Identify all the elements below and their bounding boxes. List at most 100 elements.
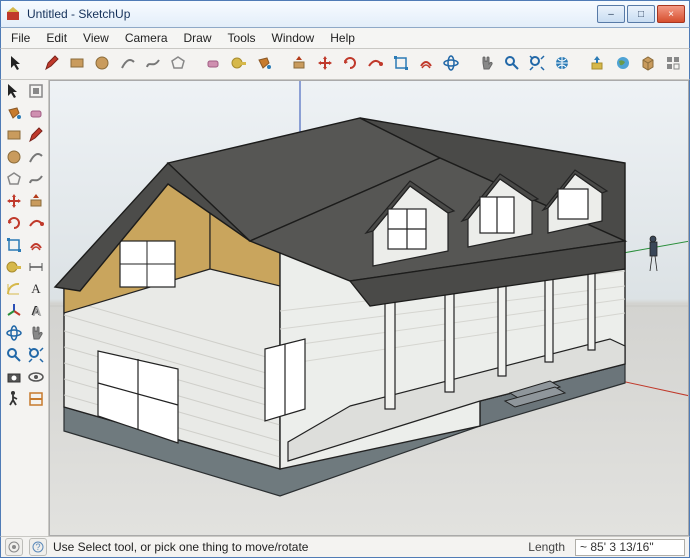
follow-icon [366,54,384,75]
line-tool[interactable] [40,52,63,76]
arc-tool[interactable] [25,148,46,169]
paint-bucket-tool[interactable] [252,52,275,76]
line-tool[interactable] [25,126,46,147]
polygon-tool[interactable] [3,170,24,191]
menu-draw[interactable]: Draw [176,29,220,47]
pan-tool[interactable] [475,52,498,76]
orbit-icon [5,324,23,345]
circle-tool[interactable] [91,52,114,76]
zoom-extents-tool[interactable] [25,346,46,367]
offset-icon [417,54,435,75]
circle-icon [5,148,23,169]
status-bar: ? Use Select tool, or pick one thing to … [0,536,690,558]
menu-tools[interactable]: Tools [220,29,264,47]
select-tool[interactable] [5,52,28,76]
push-pull-tool[interactable] [25,192,46,213]
eraser-icon [27,104,45,125]
arc-icon [27,148,45,169]
maximize-button[interactable]: □ [627,5,655,23]
minimize-button[interactable]: – [597,5,625,23]
move-icon [5,192,23,213]
extensions-tool[interactable] [662,52,685,76]
menu-camera[interactable]: Camera [117,29,176,47]
look-around-tool[interactable] [25,368,46,389]
select-tool[interactable] [3,82,24,103]
make-component[interactable] [25,82,46,103]
offset-tool[interactable] [25,236,46,257]
window-titlebar: Untitled - SketchUp – □ × [0,0,690,28]
push-pull-tool[interactable] [288,52,311,76]
share-model-tool[interactable] [586,52,609,76]
text-tool[interactable]: A [25,280,46,301]
pan-tool[interactable] [25,324,46,345]
orbit-tool[interactable] [3,324,24,345]
offset-tool[interactable] [414,52,437,76]
zoom-tool[interactable] [3,346,24,367]
paint-bucket-tool[interactable] [3,104,24,125]
add-location-tool[interactable] [611,52,634,76]
protractor-tool[interactable] [3,280,24,301]
hand-icon [27,324,45,345]
dimension-tool[interactable] [25,258,46,279]
axes-tool[interactable] [3,302,24,323]
tape-icon [5,258,23,279]
move-tool[interactable] [3,192,24,213]
bucket-icon [255,54,273,75]
box-icon [639,54,657,75]
mapglobe-icon [614,54,632,75]
menu-view[interactable]: View [75,29,117,47]
measurements-box[interactable]: ~ 85' 3 13/16" [575,539,685,556]
move-icon [316,54,334,75]
3d-text-tool[interactable]: AA [25,302,46,323]
rectangle-tool[interactable] [3,126,24,147]
eye-icon [27,368,45,389]
section-plane-tool[interactable] [25,390,46,411]
scale-icon [392,54,410,75]
freehand-icon [27,170,45,191]
follow-me-tool[interactable] [25,214,46,235]
axes-icon [5,302,23,323]
menu-window[interactable]: Window [264,29,323,47]
upload-icon [588,54,606,75]
rotate-tool[interactable] [3,214,24,235]
scale-tool[interactable] [3,236,24,257]
zoom-extents-tool[interactable] [525,52,548,76]
svg-text:A: A [31,281,41,296]
rect-icon [68,54,86,75]
preview-tool[interactable] [636,52,659,76]
tape-measure-tool[interactable] [3,258,24,279]
orbit-tool[interactable] [440,52,463,76]
position-camera[interactable] [3,368,24,389]
menu-help[interactable]: Help [322,29,363,47]
dim-icon [27,258,45,279]
get-models-tool[interactable] [551,52,574,76]
rectangle-tool[interactable] [65,52,88,76]
arrow-icon [8,54,26,75]
3d-viewport[interactable] [49,80,689,536]
eraser-tool[interactable] [202,52,225,76]
help-button[interactable]: ? [29,538,47,556]
follow-me-tool[interactable] [364,52,387,76]
eraser-tool[interactable] [25,104,46,125]
polygon-tool[interactable] [167,52,190,76]
length-label: Length [528,540,565,554]
house-model [55,118,657,496]
zoom-icon [5,346,23,367]
scale-tool[interactable] [389,52,412,76]
zoomex-icon [27,346,45,367]
eraser-icon [204,54,222,75]
close-button[interactable]: × [657,5,685,23]
move-tool[interactable] [313,52,336,76]
geolocation-button[interactable] [5,538,23,556]
tape-measure-tool[interactable] [227,52,250,76]
walk-tool[interactable] [3,390,24,411]
menu-edit[interactable]: Edit [38,29,75,47]
circle-tool[interactable] [3,148,24,169]
freehand-tool[interactable] [25,170,46,191]
arc-tool[interactable] [116,52,139,76]
poly-icon [5,170,23,191]
freehand-tool[interactable] [141,52,164,76]
menu-file[interactable]: File [3,29,38,47]
zoom-tool[interactable] [500,52,523,76]
rotate-tool[interactable] [338,52,361,76]
